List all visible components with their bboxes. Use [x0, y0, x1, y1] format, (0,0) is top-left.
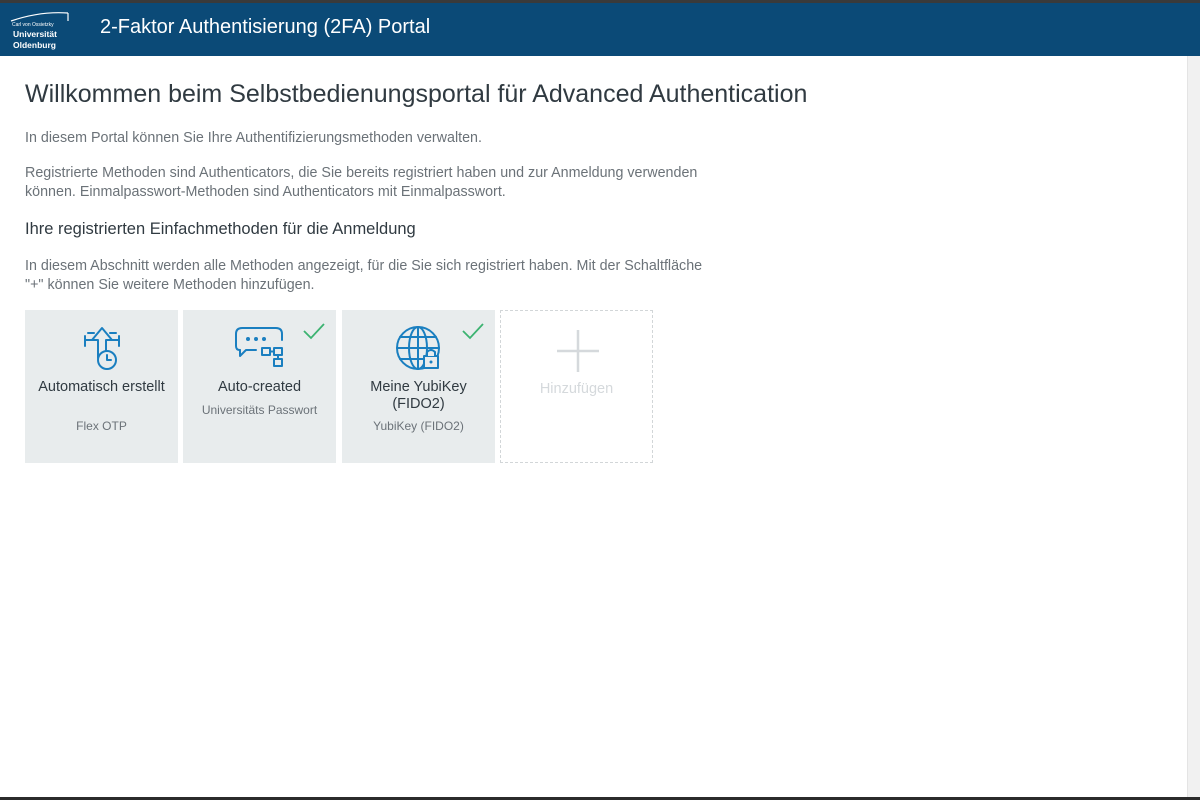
methods-list: Automatisch erstellt Flex OTP Auto-creat…	[25, 310, 665, 463]
method-card-subtitle: YubiKey (FIDO2)	[373, 419, 464, 433]
logo-text-line1: Carl von Ossietzky	[12, 22, 54, 28]
method-card-title: Meine YubiKey (FIDO2)	[370, 379, 467, 412]
method-card-subtitle: Universitäts Passwort	[201, 403, 318, 417]
registered-check-icon	[303, 323, 325, 340]
portal-title: 2-Faktor Authentisierung (2FA) Portal	[100, 16, 431, 38]
section-heading: Ihre registrierten Einfachmethoden für d…	[25, 220, 416, 238]
section-text: In diesem Abschnitt werden alle Methoden…	[25, 258, 703, 293]
method-card-title: Auto-created	[217, 379, 302, 395]
flex-otp-icon	[25, 324, 178, 376]
description-text: Registrierte Methoden sind Authenticator…	[25, 165, 698, 200]
method-card-subtitle: Flex OTP	[76, 419, 127, 433]
vertical-scrollbar[interactable]	[1187, 56, 1200, 797]
page-title: Willkommen beim Selbstbedienungsportal f…	[25, 80, 808, 108]
method-card-password[interactable]: Auto-created Universitäts Passwort	[183, 310, 336, 463]
intro-text: In diesem Portal können Sie Ihre Authent…	[25, 130, 482, 146]
method-card-yubikey[interactable]: Meine YubiKey (FIDO2) YubiKey (FIDO2)	[342, 310, 495, 463]
registered-check-icon	[462, 323, 484, 340]
logo-text-line2: Universität	[13, 29, 57, 39]
add-method-label: Hinzufügen	[539, 381, 614, 397]
add-method-button[interactable]: Hinzufügen	[500, 310, 653, 463]
method-card-flex-otp[interactable]: Automatisch erstellt Flex OTP	[25, 310, 178, 463]
portal-header: Carl von Ossietzky Universität Oldenburg…	[0, 3, 1200, 56]
browser-viewport: Carl von Ossietzky Universität Oldenburg…	[0, 3, 1200, 797]
logo-text-line3: Oldenburg	[13, 40, 56, 50]
university-logo[interactable]: Carl von Ossietzky Universität Oldenburg	[10, 9, 72, 51]
logo-arc-icon	[10, 12, 69, 22]
plus-icon	[557, 330, 599, 372]
method-card-title: Automatisch erstellt	[38, 379, 165, 395]
